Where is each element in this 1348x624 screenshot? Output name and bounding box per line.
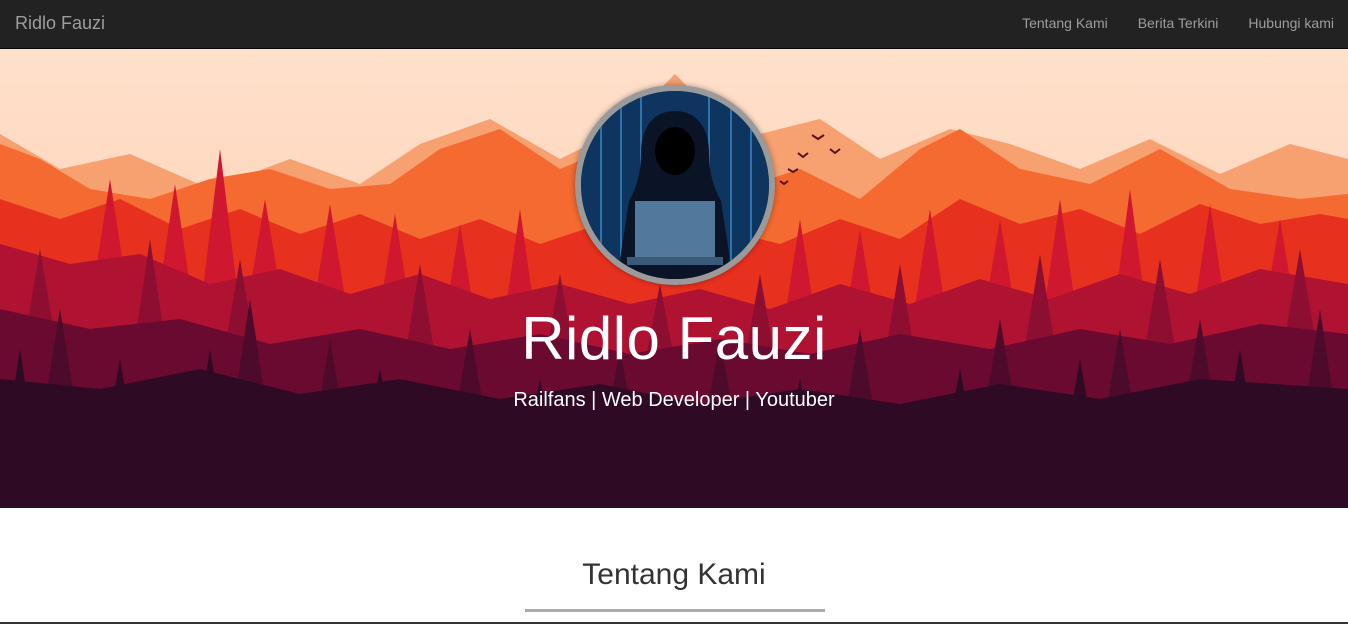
nav-link-hubungi-kami[interactable]: Hubungi kami bbox=[1233, 0, 1348, 49]
nav-link-berita-terkini[interactable]: Berita Terkini bbox=[1123, 0, 1234, 49]
hero-subtitle: Railfans | Web Developer | Youtuber bbox=[513, 389, 835, 411]
avatar bbox=[575, 85, 775, 285]
hero-title: Ridlo Fauzi bbox=[521, 305, 827, 372]
nav-links: Tentang Kami Berita Terkini Hubungi kami bbox=[1007, 0, 1348, 49]
brand-link[interactable]: Ridlo Fauzi bbox=[15, 0, 105, 49]
nav-link-tentang-kami[interactable]: Tentang Kami bbox=[1007, 0, 1123, 49]
hooded-hacker-avatar-icon bbox=[581, 91, 769, 279]
navbar: Ridlo Fauzi Tentang Kami Berita Terkini … bbox=[0, 0, 1348, 49]
section-divider bbox=[525, 609, 825, 612]
section-title-tentang-kami: Tentang Kami bbox=[582, 558, 766, 591]
hero-header: Ridlo Fauzi Railfans | Web Developer | Y… bbox=[0, 49, 1348, 508]
